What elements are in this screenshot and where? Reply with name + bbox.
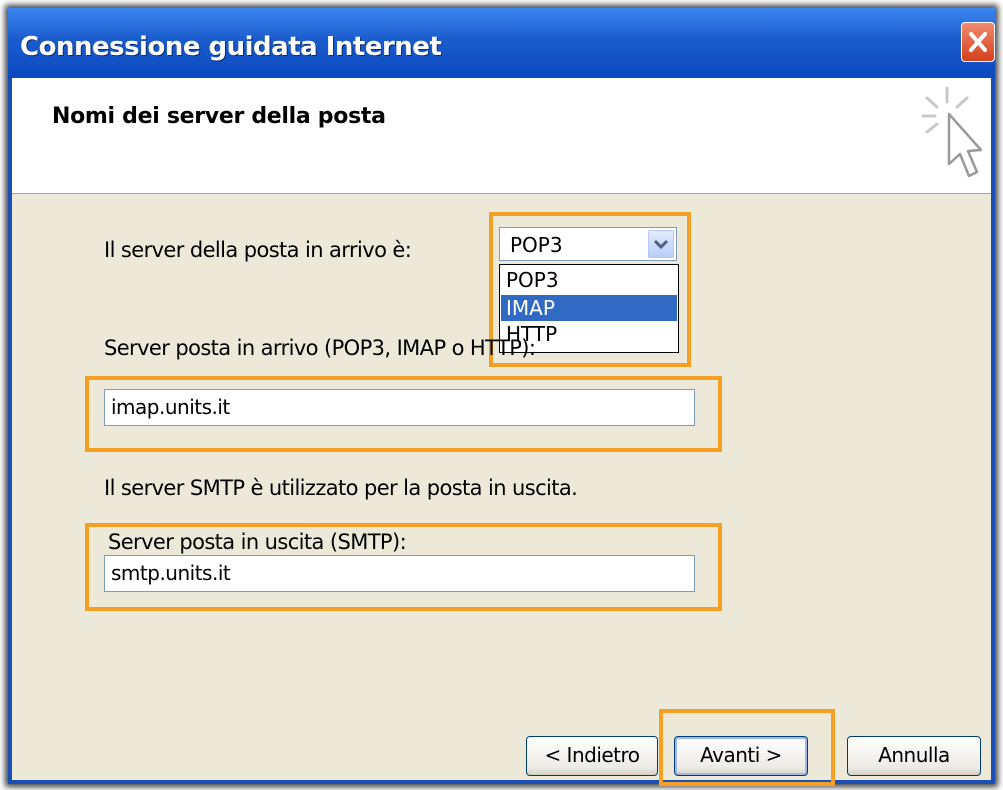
cursor-sparkle-icon bbox=[921, 86, 983, 178]
highlight-next-button bbox=[659, 709, 835, 786]
cancel-button[interactable]: Annulla bbox=[847, 736, 981, 776]
title-bar[interactable]: Connessione guidata Internet bbox=[8, 8, 995, 78]
back-button[interactable]: < Indietro bbox=[526, 736, 658, 776]
page-title: Nomi dei server della posta bbox=[52, 104, 386, 129]
smtp-info-text: Il server SMTP è utilizzato per la posta… bbox=[104, 476, 578, 500]
close-icon bbox=[969, 32, 987, 52]
incoming-type-label: Il server della posta in arrivo è: bbox=[104, 238, 412, 262]
highlight-outgoing-server bbox=[85, 523, 722, 611]
incoming-server-label: Server posta in arrivo (POP3, IMAP o HTT… bbox=[104, 336, 536, 360]
wizard-window: Connessione guidata Internet Nomi dei se… bbox=[8, 8, 995, 786]
window-title: Connessione guidata Internet bbox=[20, 32, 442, 62]
wizard-header: Nomi dei server della posta bbox=[12, 78, 991, 194]
highlight-incoming-server bbox=[85, 376, 722, 452]
wizard-body: Nomi dei server della posta Il server de… bbox=[12, 78, 991, 786]
close-button[interactable] bbox=[961, 22, 995, 62]
